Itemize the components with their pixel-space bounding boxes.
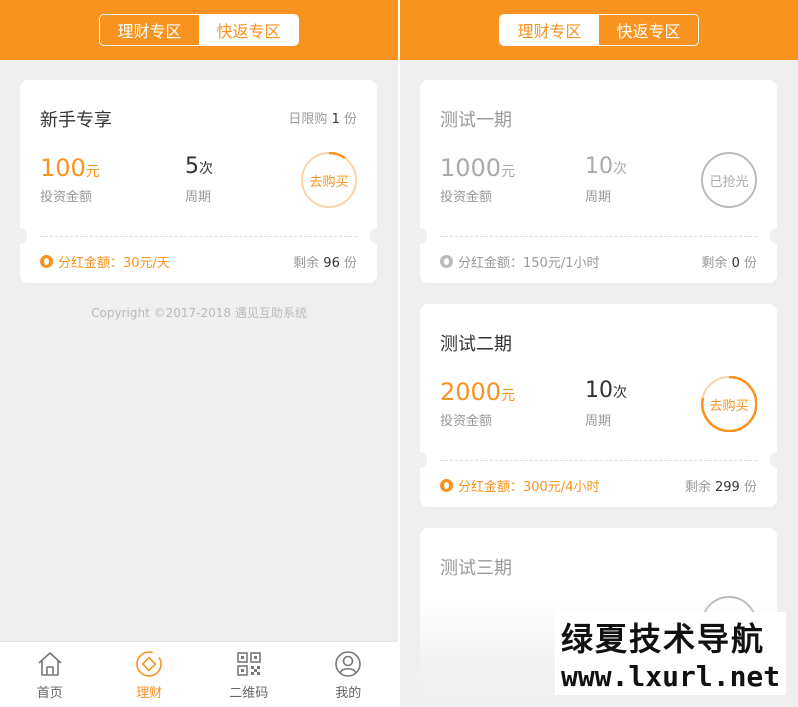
bottom-tab-bar: 首页 理财 二维码 我的 xyxy=(0,641,398,707)
remaining-count: 剩余 299 份 xyxy=(684,480,757,495)
tab-finance-zone[interactable]: 理财专区 xyxy=(500,15,599,45)
remaining-count: 剩余 0 份 xyxy=(701,256,757,271)
segmented-control: 理财专区 快返专区 xyxy=(99,14,299,46)
watermark: 绿夏技术导航 www.lxurl.net xyxy=(555,612,787,695)
user-icon xyxy=(335,650,362,677)
segmented-control: 理财专区 快返专区 xyxy=(499,14,699,46)
ticket-notch-right xyxy=(770,452,784,468)
card-title: 测试一期 xyxy=(440,110,512,131)
card-title: 测试三期 xyxy=(440,558,512,579)
qr-code-icon xyxy=(236,651,261,676)
remaining-count: 剩余 96 份 xyxy=(293,256,357,271)
tab-finance[interactable]: 理财 xyxy=(100,642,200,707)
cycle-label: 周期 xyxy=(585,414,612,429)
card-title: 新手专享 xyxy=(40,110,112,131)
product-card-phase-2[interactable]: 测试二期 2000元 投资金额 10次 周期 去购买 分红金额：300元/4小时… xyxy=(413,304,784,507)
investment-amount: 1000元 xyxy=(440,154,516,182)
ticket-notch-left xyxy=(413,452,427,468)
cycle-count: 10次 xyxy=(585,154,627,179)
progress-arc-icon xyxy=(328,152,346,160)
cycle-count: 10次 xyxy=(585,378,627,403)
dividend-info: 分红金额：150元/1小时 xyxy=(440,252,599,271)
daily-limit: 日限购 1 份 xyxy=(288,112,357,127)
tab-finance-zone[interactable]: 理财专区 xyxy=(100,15,199,45)
tab-mine[interactable]: 我的 xyxy=(299,642,399,707)
watermark-url: www.lxurl.net xyxy=(561,660,781,693)
cycle-label: 周期 xyxy=(185,190,212,205)
copyright-text: Copyright ©2017-2018 遇见互助系统 xyxy=(91,306,307,320)
coin-icon xyxy=(40,255,53,268)
ticket-notch-left xyxy=(13,228,27,244)
coin-icon xyxy=(440,255,453,268)
left-phone-screen: 理财专区 快返专区 新手专享 日限购 1 份 100元 投资金额 5次 周期 去… xyxy=(0,0,398,707)
product-card-phase-1[interactable]: 测试一期 1000元 投资金额 10次 周期 已抢光 分红金额：150元/1小时… xyxy=(413,80,784,283)
right-phone-screen: 理财专区 快返专区 测试一期 1000元 投资金额 10次 周期 已抢光 分红金… xyxy=(400,0,798,707)
sold-out-badge: 已抢光 xyxy=(701,152,757,208)
cycle-label: 周期 xyxy=(585,190,612,205)
card-title: 测试二期 xyxy=(440,334,512,355)
tab-qr-code[interactable]: 二维码 xyxy=(199,642,299,707)
tab-home[interactable]: 首页 xyxy=(0,642,100,707)
investment-amount: 2000元 xyxy=(440,378,516,406)
dashed-divider xyxy=(440,236,757,237)
ticket-notch-right xyxy=(770,228,784,244)
home-icon xyxy=(38,651,62,676)
finance-icon xyxy=(136,650,163,677)
buy-button[interactable]: 去购买 xyxy=(701,376,757,432)
watermark-title: 绿夏技术导航 xyxy=(561,620,766,658)
dashed-divider xyxy=(440,460,757,461)
investment-amount: 100元 xyxy=(40,154,100,182)
coin-icon xyxy=(440,479,453,492)
investment-amount-label: 投资金额 xyxy=(440,414,493,429)
product-card-newbie[interactable]: 新手专享 日限购 1 份 100元 投资金额 5次 周期 去购买 分红金额：30… xyxy=(13,80,384,283)
investment-amount-label: 投资金额 xyxy=(440,190,493,205)
cycle-count: 5次 xyxy=(185,154,213,179)
progress-arc-icon xyxy=(701,376,757,432)
dividend-info: 分红金额：300元/4小时 xyxy=(440,476,599,495)
buy-button[interactable]: 去购买 xyxy=(301,152,357,208)
top-header: 理财专区 快返专区 xyxy=(400,0,798,60)
tab-rebate-zone[interactable]: 快返专区 xyxy=(199,15,298,45)
dividend-info: 分红金额：30元/天 xyxy=(40,252,170,271)
investment-amount-label: 投资金额 xyxy=(40,190,93,205)
ticket-notch-right xyxy=(370,228,384,244)
ticket-notch-left xyxy=(413,228,427,244)
dashed-divider xyxy=(40,236,357,237)
top-header: 理财专区 快返专区 xyxy=(0,0,398,60)
tab-rebate-zone[interactable]: 快返专区 xyxy=(599,15,698,45)
